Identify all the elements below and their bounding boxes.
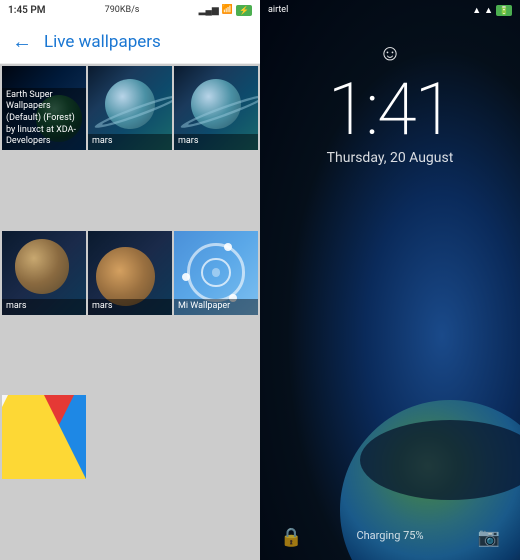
lock-content: ☺ 1:41 Thursday, 20 August bbox=[260, 0, 520, 560]
wallpaper-item-colorful[interactable] bbox=[2, 395, 86, 479]
colorful-tri-blue bbox=[32, 395, 86, 479]
wallpaper-item-mars-4[interactable]: mars bbox=[88, 231, 172, 315]
lock-smiley: ☺ bbox=[379, 40, 401, 66]
status-bar-left: 1:45 PM 790KB/s ▂▄▆ 📶 ⚡ bbox=[0, 0, 260, 20]
colorful-thumb bbox=[2, 395, 86, 479]
wallpaper-grid: Earth Super Wallpapers (Default) (Forest… bbox=[0, 64, 260, 560]
status-icons-left: ▂▄▆ 📶 ⚡ bbox=[199, 5, 252, 16]
wallpaper-item-mars-1[interactable]: mars bbox=[88, 66, 172, 150]
carrier-label: airtel bbox=[268, 5, 288, 15]
back-button[interactable]: ← bbox=[12, 29, 32, 54]
wallpaper-label-0: Earth Super Wallpapers (Default) (Forest… bbox=[2, 88, 86, 150]
wifi-icon-right: ▲ bbox=[484, 5, 493, 16]
lock-date: Thursday, 20 August bbox=[327, 150, 454, 166]
wallpaper-label-1: mars bbox=[88, 134, 172, 150]
wallpaper-label-3: mars bbox=[2, 299, 86, 315]
wallpaper-label-4: mars bbox=[88, 299, 172, 315]
wifi-icon: 📶 bbox=[222, 5, 233, 15]
lock-bottom-bar: Charging 75% bbox=[260, 510, 520, 560]
lock-time: 1:41 bbox=[328, 74, 453, 146]
wallpaper-item-mars-2[interactable]: mars bbox=[174, 66, 258, 150]
wallpaper-item-earth[interactable]: Earth Super Wallpapers (Default) (Forest… bbox=[2, 66, 86, 150]
mi-circle-outer bbox=[187, 243, 246, 302]
status-time-left: 1:45 PM bbox=[8, 5, 46, 16]
mi-circle-mid bbox=[201, 258, 230, 287]
wallpaper-label-2: mars bbox=[174, 134, 258, 150]
wallpaper-label-5: Mi Wallpaper bbox=[174, 299, 258, 315]
battery-icon-left: ⚡ bbox=[236, 5, 252, 16]
signal-icon: ▂▄▆ bbox=[199, 5, 219, 16]
wallpaper-item-mars-3[interactable]: mars bbox=[2, 231, 86, 315]
status-bar-right: airtel ▲ ▲ 🔋 bbox=[260, 0, 520, 20]
header: ← Live wallpapers bbox=[0, 20, 260, 64]
lock-screen-panel: airtel ▲ ▲ 🔋 ☺ 1:41 Thursday, 20 August … bbox=[260, 0, 520, 560]
page-title: Live wallpapers bbox=[44, 32, 161, 52]
mi-circle-inner bbox=[212, 268, 221, 277]
live-wallpapers-panel: 1:45 PM 790KB/s ▂▄▆ 📶 ⚡ ← Live wallpaper… bbox=[0, 0, 260, 560]
colorful-tri-orange bbox=[2, 395, 66, 459]
signal-icon-right: ▲ bbox=[472, 5, 481, 16]
wallpaper-item-mi[interactable]: Mi Wallpaper bbox=[174, 231, 258, 315]
status-icons-right: ▲ ▲ 🔋 bbox=[472, 5, 512, 16]
status-speed: 790KB/s bbox=[105, 5, 140, 15]
charging-text: Charging 75% bbox=[356, 529, 423, 542]
battery-icon-right: 🔋 bbox=[496, 5, 512, 16]
